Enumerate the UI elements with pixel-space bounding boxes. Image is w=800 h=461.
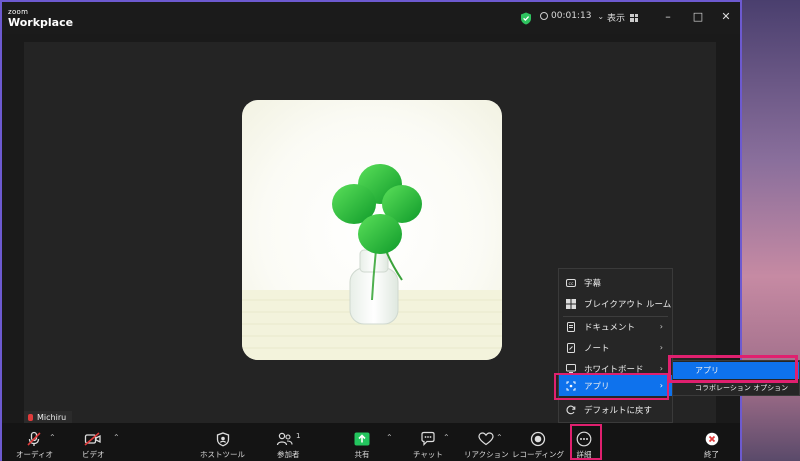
chat-label: チャット xyxy=(413,450,443,459)
chevron-right-icon: › xyxy=(659,343,663,352)
svg-text:cc: cc xyxy=(569,282,574,287)
menu-item-breakout-rooms[interactable]: ブレイクアウト ルーム xyxy=(559,293,672,314)
cc-icon: cc xyxy=(566,278,576,288)
more-button-highlight xyxy=(570,424,602,460)
participant-video xyxy=(242,100,502,360)
share-options-chevron-icon[interactable]: ⌃ xyxy=(386,433,393,442)
submenu-item-label: コラボレーション オプション xyxy=(695,383,789,392)
chevron-down-icon: ⌄ xyxy=(597,11,605,21)
notes-icon xyxy=(566,342,576,353)
end-label: 終了 xyxy=(704,450,719,459)
recording-label: レコーディング xyxy=(512,450,564,459)
reactions-label: リアクション xyxy=(464,450,509,459)
menu-item-label: 字幕 xyxy=(584,278,602,289)
menu-item-notes[interactable]: ノート › xyxy=(559,337,672,358)
maximize-button[interactable]: □ xyxy=(687,8,709,26)
chat-options-chevron-icon[interactable]: ⌃ xyxy=(443,433,450,442)
menu-item-reset-default[interactable]: デフォルトに戻す xyxy=(559,399,672,420)
breakout-icon xyxy=(566,298,576,309)
recording-button[interactable]: レコーディング xyxy=(512,431,564,461)
audio-options-chevron-icon[interactable]: ⌃ xyxy=(49,433,56,442)
close-window-button[interactable]: ✕ xyxy=(715,8,737,26)
menu-item-label: ブレイクアウト ルーム xyxy=(584,299,672,310)
chevron-right-icon: › xyxy=(659,364,663,373)
mic-muted-icon xyxy=(27,431,42,446)
grid-icon xyxy=(630,13,639,22)
menu-item-label: デフォルトに戻す xyxy=(584,405,653,416)
participants-count: 1 xyxy=(296,432,301,440)
menu-item-label: ノート xyxy=(584,343,610,354)
title-bar: zoom Workplace 00:01:13 ⌄ 表示 – □ ✕ xyxy=(2,2,740,34)
heart-icon xyxy=(478,432,494,446)
apps-item-highlight xyxy=(554,373,669,400)
meeting-toolbar: オーディオ ⌃ ビデオ ⌃ ホストツール 1 参加者 ⌃ 共有 チャット ⌃ リ… xyxy=(2,423,740,461)
video-label: ビデオ xyxy=(82,450,105,459)
view-label: 表示 xyxy=(607,14,626,24)
participants-icon xyxy=(276,432,293,446)
chat-icon xyxy=(421,431,435,446)
encryption-shield-icon[interactable] xyxy=(520,12,532,25)
reactions-options-chevron-icon[interactable]: ⌃ xyxy=(496,433,503,442)
audio-label: オーディオ xyxy=(16,450,53,459)
menu-item-label: ドキュメント xyxy=(584,322,636,333)
participant-name: Michiru xyxy=(37,412,67,422)
record-icon xyxy=(530,431,546,447)
timer-value: 00:01:13 xyxy=(551,11,592,21)
muted-mic-icon xyxy=(28,413,33,421)
video-options-chevron-icon[interactable]: ⌃ xyxy=(113,433,120,442)
video-off-icon xyxy=(84,432,101,446)
host-tools-button[interactable]: ホストツール xyxy=(200,431,245,461)
participants-button[interactable]: 1 参加者 xyxy=(276,431,300,461)
document-icon xyxy=(566,321,576,332)
share-screen-icon xyxy=(354,432,370,446)
app-logo-main: Workplace xyxy=(8,16,74,29)
view-button[interactable]: 表示 xyxy=(607,11,639,24)
chat-button[interactable]: チャット xyxy=(413,431,443,461)
host-tools-label: ホストツール xyxy=(200,450,245,459)
chevron-right-icon: › xyxy=(659,322,663,331)
participant-name-tag: Michiru xyxy=(24,411,73,423)
participants-label: 参加者 xyxy=(276,450,300,459)
share-button[interactable]: 共有 xyxy=(354,431,370,461)
end-x-icon xyxy=(705,432,718,446)
host-tools-shield-icon xyxy=(216,431,229,446)
menu-item-captions[interactable]: cc 字幕 xyxy=(559,272,672,293)
app-logo-top: zoom xyxy=(8,8,29,16)
share-label: 共有 xyxy=(354,450,370,459)
reset-icon xyxy=(566,405,576,415)
video-button[interactable]: ビデオ xyxy=(82,431,105,461)
clover-vase-image xyxy=(242,164,502,360)
menu-item-documents[interactable]: ドキュメント › xyxy=(559,316,672,337)
audio-button[interactable]: オーディオ xyxy=(16,431,53,461)
end-meeting-button[interactable]: 終了 xyxy=(704,431,719,461)
minimize-button[interactable]: – xyxy=(657,8,679,26)
meeting-timer[interactable]: 00:01:13 ⌄ xyxy=(540,11,604,21)
clock-icon xyxy=(540,12,548,20)
whiteboard-icon xyxy=(566,364,576,374)
apps-submenu-highlight xyxy=(668,355,798,383)
